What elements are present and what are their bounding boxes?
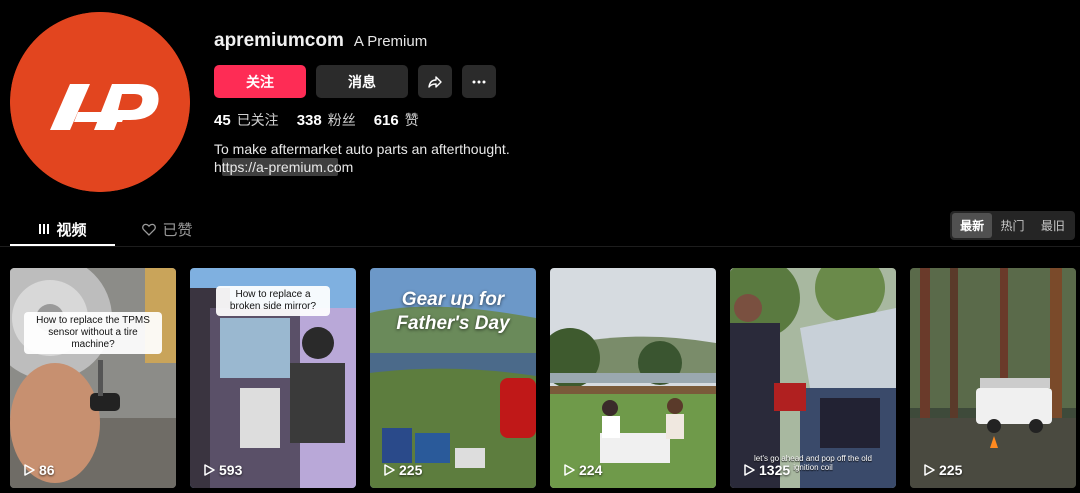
- tab-videos[interactable]: 视频: [10, 212, 115, 246]
- play-icon: [384, 464, 395, 476]
- sort-popular[interactable]: 热门: [992, 213, 1032, 238]
- video-views: 225: [383, 462, 422, 478]
- video-thumbnail: [550, 268, 716, 488]
- video-caption: Gear up for Father's Day: [396, 289, 510, 334]
- profile-stats: 45 已关注 338 粉丝 616 赞: [214, 110, 419, 130]
- video-views: 224: [563, 462, 602, 478]
- sort-oldest[interactable]: 最旧: [1033, 213, 1073, 238]
- video-card[interactable]: How to replace a broken side mirror? 593: [190, 268, 356, 488]
- bio-link[interactable]: https://a-premium.com: [214, 158, 353, 176]
- video-views: 1325: [743, 462, 790, 478]
- tab-videos-label: 视频: [56, 221, 87, 239]
- share-button[interactable]: [418, 65, 452, 98]
- heart-icon: [142, 223, 157, 236]
- video-view-count: 593: [219, 462, 243, 478]
- profile-avatar[interactable]: [10, 12, 190, 192]
- bio-link-text: https://a-premium.com: [214, 159, 354, 175]
- tab-liked-label: 已赞: [162, 221, 193, 239]
- profile-handle: apremiumcom: [214, 30, 344, 51]
- stat-followers[interactable]: 338 粉丝: [297, 110, 356, 130]
- video-view-count: 224: [579, 462, 603, 478]
- profile-tabs: 视频 已赞: [10, 212, 220, 246]
- video-thumbnail: [10, 268, 176, 488]
- video-grid: How to replace the TPMS sensor without a…: [10, 268, 1076, 488]
- video-views: 225: [923, 462, 962, 478]
- video-card[interactable]: let's go ahead and pop off the old ignit…: [730, 268, 896, 488]
- video-caption: How to replace a broken side mirror?: [216, 286, 330, 316]
- stat-following-label: 已关注: [236, 112, 279, 128]
- video-view-count: 86: [39, 462, 55, 478]
- video-thumbnail: [910, 268, 1076, 488]
- tabs-divider: [0, 246, 1080, 247]
- follow-button[interactable]: 关注: [214, 65, 306, 98]
- more-dots-icon: [472, 80, 486, 83]
- video-caption: How to replace the TPMS sensor without a…: [24, 312, 162, 354]
- video-card[interactable]: Gear up for Father's Day 225: [370, 268, 536, 488]
- profile-display-name: A Premium: [353, 33, 428, 50]
- stat-likes-label: 赞: [404, 112, 419, 128]
- video-view-count: 225: [939, 462, 963, 478]
- stat-followers-label: 粉丝: [327, 112, 356, 128]
- grid-icon: [39, 224, 50, 234]
- profile-header: apremiumcom A Premium: [214, 30, 427, 52]
- sort-latest[interactable]: 最新: [952, 213, 993, 238]
- play-icon: [24, 464, 35, 476]
- a-premium-logo-icon: [10, 12, 190, 192]
- stat-likes-count: 616: [373, 112, 399, 129]
- bio-text: To make aftermarket auto parts an aftert…: [214, 141, 510, 157]
- stat-following-count: 45: [214, 112, 231, 129]
- stat-likes: 616 赞: [374, 110, 419, 130]
- video-view-count: 1325: [759, 462, 791, 478]
- stat-followers-count: 338: [296, 112, 322, 129]
- share-icon: [428, 75, 442, 88]
- video-card[interactable]: How to replace the TPMS sensor without a…: [10, 268, 176, 488]
- stat-following[interactable]: 45 已关注: [214, 110, 279, 130]
- more-options-button[interactable]: [462, 65, 496, 98]
- sort-toggle: 最新 热门 最旧: [950, 211, 1075, 240]
- play-icon: [744, 464, 755, 476]
- play-icon: [204, 464, 215, 476]
- video-view-count: 225: [399, 462, 423, 478]
- video-views: 86: [23, 462, 55, 478]
- video-card[interactable]: 224: [550, 268, 716, 488]
- play-icon: [564, 464, 575, 476]
- video-views: 593: [203, 462, 242, 478]
- tab-liked[interactable]: 已赞: [115, 212, 220, 246]
- message-button[interactable]: 消息: [316, 65, 408, 98]
- play-icon: [924, 464, 935, 476]
- profile-actions: 关注 消息: [214, 65, 496, 98]
- video-card[interactable]: 225: [910, 268, 1076, 488]
- profile-bio: To make aftermarket auto parts an aftert…: [214, 140, 510, 176]
